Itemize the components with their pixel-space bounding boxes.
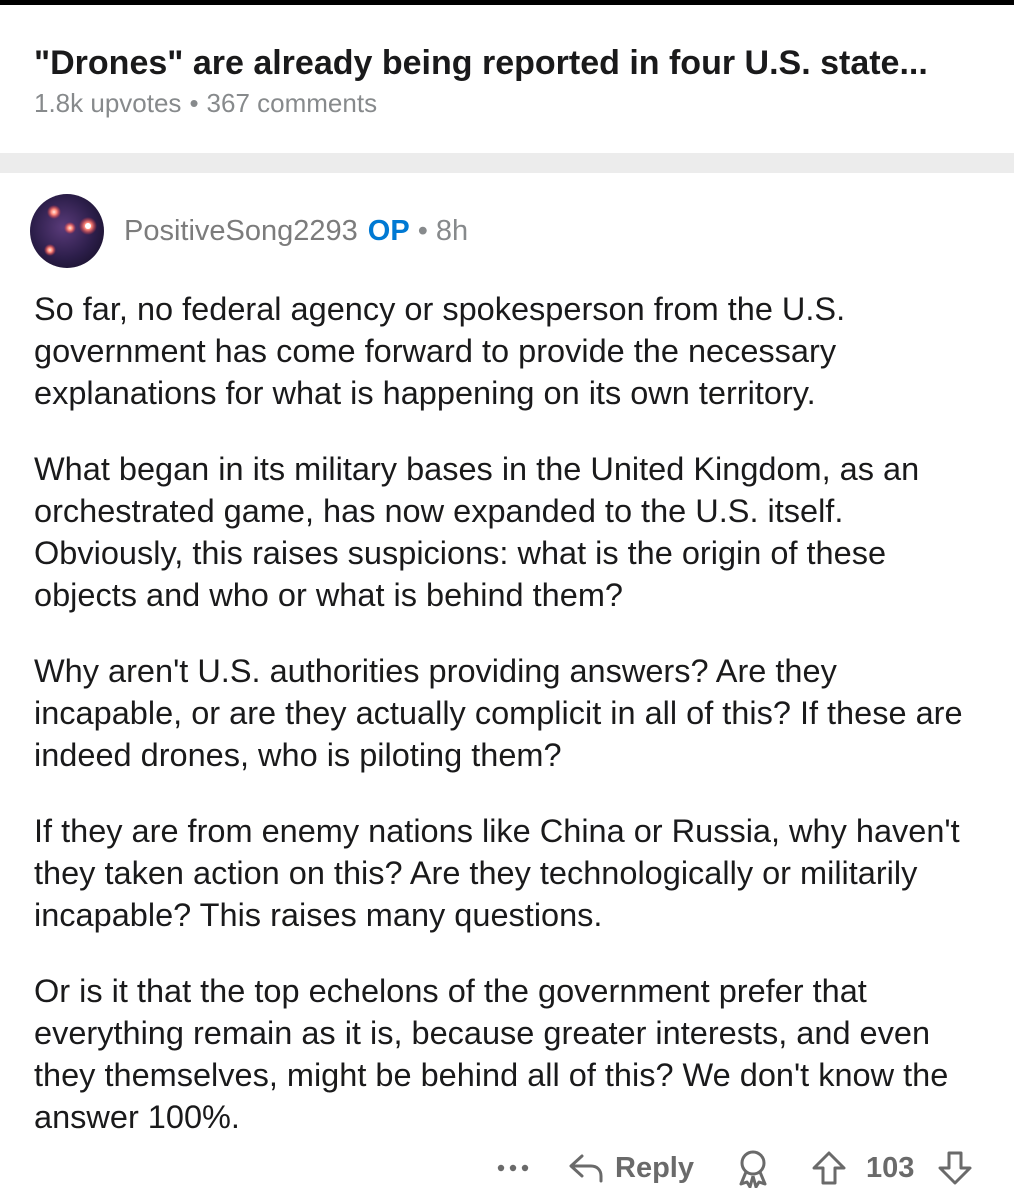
- meta-separator: •: [189, 88, 199, 118]
- more-dots-icon: [497, 1164, 529, 1172]
- op-badge: OP: [367, 215, 410, 247]
- reply-arrow-icon: [569, 1154, 603, 1183]
- upvote-count: 1.8k upvotes: [34, 88, 182, 118]
- downvote-arrow-icon: [938, 1151, 972, 1185]
- vote-score: 103: [866, 1151, 915, 1184]
- comment-author-row: PositiveSong2293 OP • 8h: [124, 213, 468, 249]
- comment-body: So far, no federal agency or spokesperso…: [34, 288, 994, 1172]
- section-separator: [0, 153, 1014, 173]
- award-button[interactable]: [734, 1142, 772, 1194]
- avatar-image: [30, 194, 104, 268]
- comment-count[interactable]: 367 comments: [207, 88, 378, 118]
- comment-age: 8h: [435, 215, 469, 247]
- downvote-button[interactable]: [936, 1142, 974, 1194]
- post-meta: 1.8k upvotes • 367 comments: [34, 86, 994, 120]
- comment-paragraph: Or is it that the top echelons of the go…: [34, 973, 949, 1135]
- meta-separator: •: [417, 215, 428, 247]
- post-header: "Drones" are already being reported in f…: [34, 40, 994, 120]
- more-button[interactable]: [496, 1142, 532, 1194]
- reply-button[interactable]: Reply: [567, 1142, 694, 1194]
- upvote-arrow-icon: [812, 1151, 846, 1185]
- comment-actions: Reply 103: [0, 1142, 1014, 1194]
- top-divider: [0, 0, 1014, 5]
- award-icon: [739, 1150, 767, 1188]
- comment-paragraph: If they are from enemy nations like Chin…: [34, 813, 960, 933]
- reply-label: Reply: [615, 1151, 694, 1184]
- post-title[interactable]: "Drones" are already being reported in f…: [34, 40, 994, 86]
- comment-paragraph: Why aren't U.S. authorities providing an…: [34, 653, 963, 773]
- comment-paragraph: What began in its military bases in the …: [34, 451, 920, 613]
- comment-author[interactable]: PositiveSong2293: [124, 213, 358, 249]
- comment-header: PositiveSong2293 OP • 8h: [30, 192, 468, 270]
- upvote-button[interactable]: [810, 1142, 848, 1194]
- comment-paragraph: So far, no federal agency or spokesperso…: [34, 291, 846, 411]
- avatar[interactable]: [30, 194, 104, 268]
